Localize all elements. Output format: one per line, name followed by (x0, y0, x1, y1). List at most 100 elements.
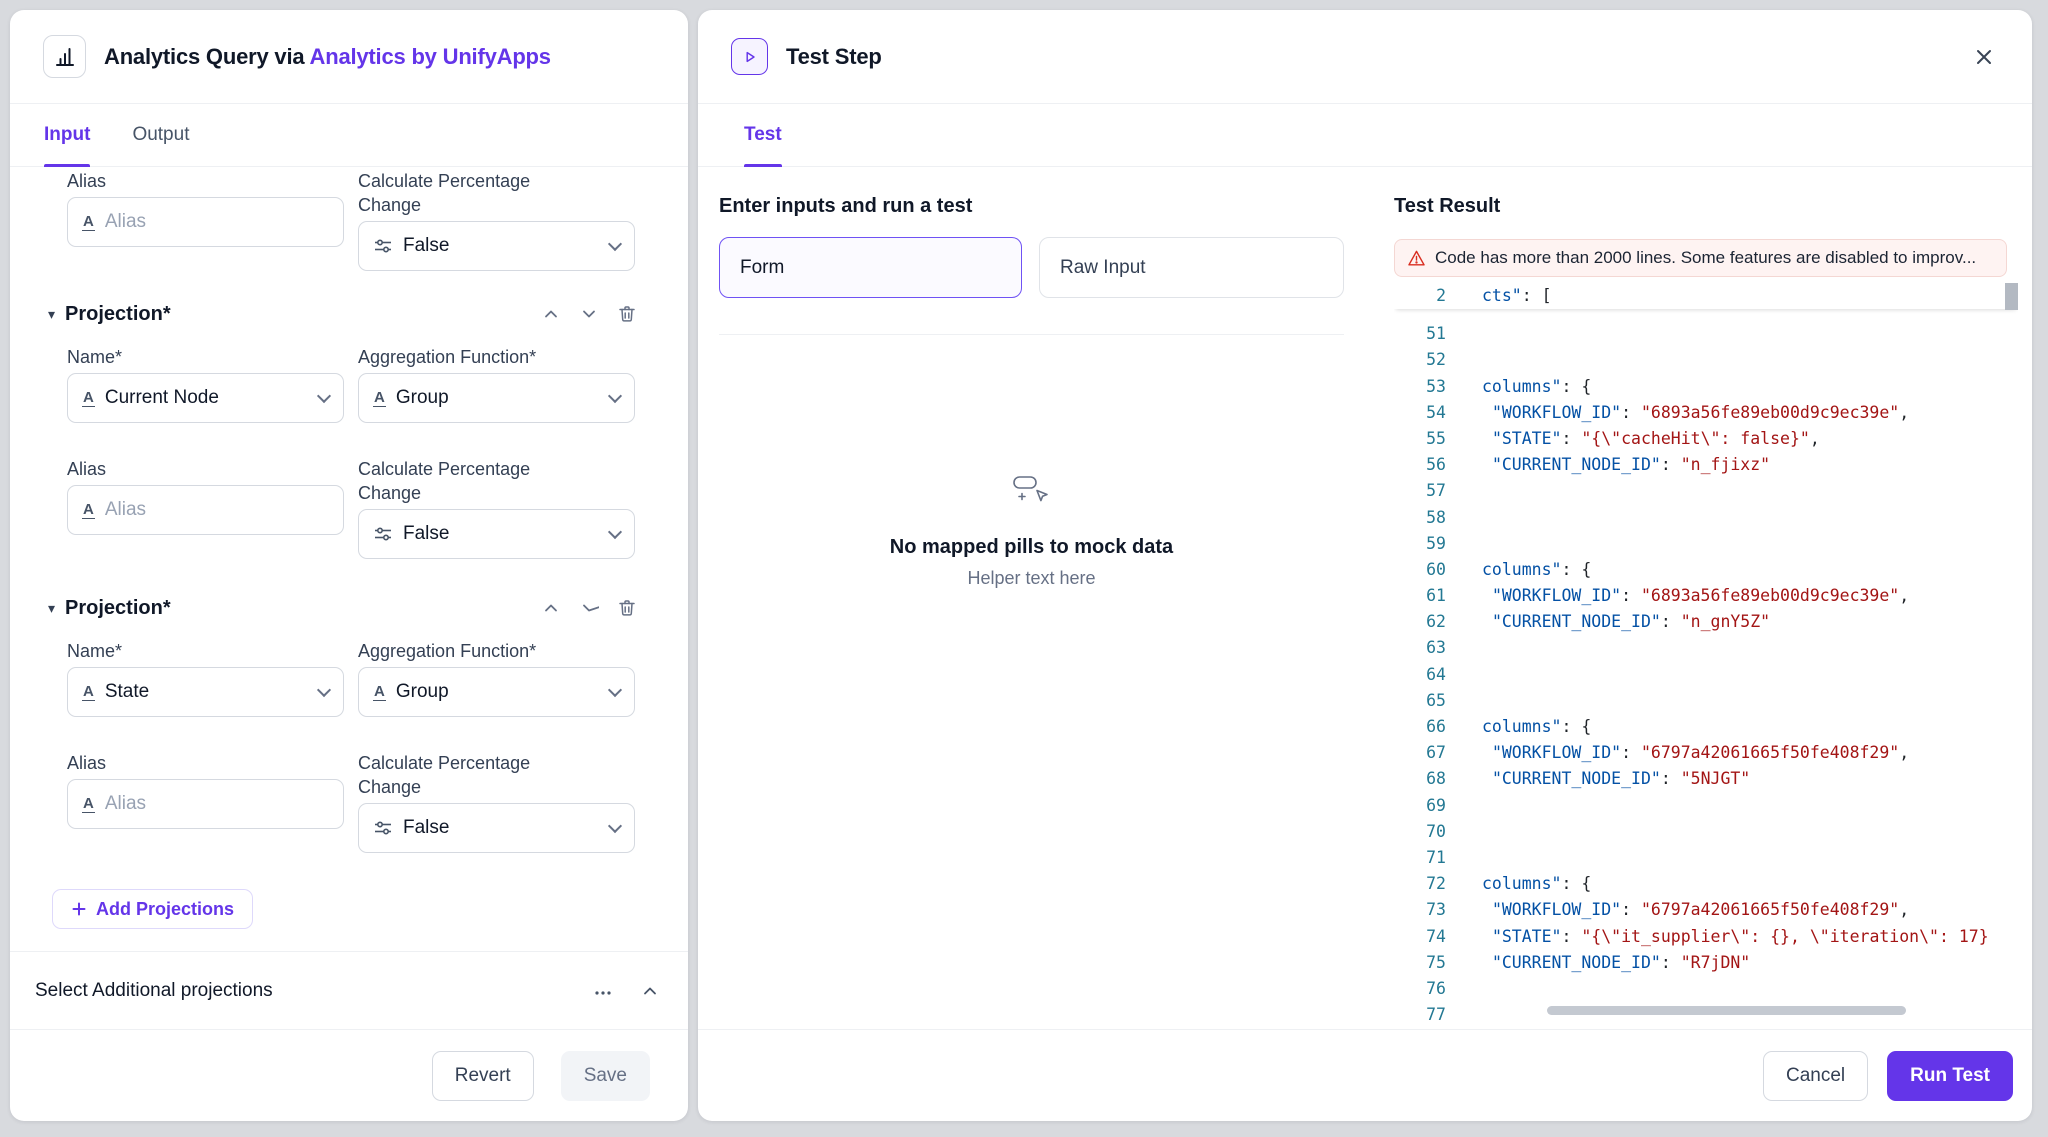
raw-input-toggle-button[interactable]: Raw Input (1039, 237, 1344, 298)
warning-icon (1408, 250, 1425, 266)
calc-pct-select[interactable]: False (358, 221, 635, 271)
line-number: 56 (1426, 455, 1446, 475)
tab-test[interactable]: Test (744, 104, 782, 167)
chevron-down-icon (607, 818, 623, 833)
agg-fn-select[interactable]: A Group (358, 667, 635, 717)
alias-input[interactable] (104, 793, 329, 815)
alias-input[interactable] (104, 211, 329, 233)
trash-icon (619, 306, 635, 322)
line-number: 60 (1426, 559, 1446, 579)
chevron-up-icon (644, 987, 656, 994)
collapse-triangle-icon[interactable]: ▾ (48, 600, 55, 617)
alias-label: Alias (67, 171, 107, 191)
code-line: 66 columns": { (1394, 714, 2018, 740)
test-step-footer: Cancel Run Test (698, 1029, 2032, 1121)
empty-state: No mapped pills to mock data Helper text… (719, 475, 1344, 589)
horizontal-scrollbar-thumb[interactable] (1547, 1006, 1906, 1015)
code-line: 75 "CURRENT_NODE_ID": "R7jDN" (1394, 950, 2018, 976)
code-line: 67 "WORKFLOW_ID": "6797a42061665f50fe408… (1394, 740, 2018, 766)
calc-pct-label: Calculate Percentage Change (358, 459, 531, 503)
collapse-triangle-icon[interactable]: ▾ (48, 306, 55, 323)
line-number: 61 (1426, 586, 1446, 606)
more-dots-icon (595, 990, 611, 995)
code-line: 60 columns": { (1394, 557, 2018, 583)
collapse-section-button[interactable] (640, 981, 660, 1001)
name-value: State (104, 681, 150, 702)
tab-input[interactable]: Input (44, 104, 91, 167)
move-down-button[interactable] (579, 598, 599, 618)
line-number: 71 (1426, 847, 1446, 867)
line-number: 58 (1426, 507, 1446, 527)
left-panel-footer: Revert Save (10, 1029, 688, 1121)
close-button[interactable] (1969, 42, 1999, 72)
calc-pct-select[interactable]: False (358, 803, 635, 853)
chevron-down-icon (607, 682, 623, 697)
alias-input-wrap: A (67, 197, 344, 247)
code-line: 73 "WORKFLOW_ID": "6797a42061665f50fe408… (1394, 897, 2018, 923)
vertical-scrollbar-thumb[interactable] (2005, 283, 2018, 310)
name-value: Current Node (104, 387, 219, 408)
move-down-button[interactable] (579, 304, 599, 324)
text-type-icon: A (82, 500, 95, 519)
code-line: 76 (1394, 976, 2018, 1002)
analytics-icon (43, 35, 86, 78)
close-icon (1977, 49, 1991, 64)
input-form-scroll[interactable]: Alias A Calculate Percentage Change Fals… (10, 167, 688, 951)
code-line: 68 "CURRENT_NODE_ID": "5NJGT" (1394, 766, 2018, 792)
code-line: 72 columns": { (1394, 871, 2018, 897)
cancel-button[interactable]: Cancel (1762, 1050, 1869, 1101)
trash-icon (619, 600, 635, 616)
delete-projection-button[interactable] (617, 304, 637, 324)
empty-state-helper: Helper text here (967, 568, 1096, 588)
projection-row-alias: Alias A Calculate Percentage Change Fals… (67, 457, 688, 559)
agg-fn-value: Group (395, 681, 449, 702)
agg-fn-value: Group (395, 387, 449, 408)
code-line: 57 (1394, 478, 2018, 504)
code-line: 54 "WORKFLOW_ID": "6893a56fe89eb00d9c9ec… (1394, 400, 2018, 426)
name-select[interactable]: A State (67, 667, 344, 717)
select-additional-projections-row[interactable]: Select Additional projections (10, 951, 688, 1029)
code-line: 59 (1394, 531, 2018, 557)
select-additional-projections-label: Select Additional projections (35, 979, 273, 1001)
code-line: 64 (1394, 662, 2018, 688)
run-test-button[interactable]: Run Test (1887, 1050, 2013, 1101)
save-button[interactable]: Save (560, 1050, 650, 1101)
line-number: 66 (1426, 717, 1446, 736)
text-type-icon: A (82, 388, 95, 407)
test-inputs-heading: Enter inputs and run a test (719, 195, 973, 217)
text-type-icon: A (373, 682, 386, 701)
text-type-icon: A (373, 388, 386, 407)
move-up-button[interactable] (541, 598, 561, 618)
code-line: 58 (1394, 505, 2018, 531)
code-line: 53 columns": { (1394, 374, 2018, 400)
move-up-button[interactable] (541, 304, 561, 324)
form-toggle-button[interactable]: Form (719, 237, 1022, 298)
projection-title: Projection* (65, 596, 171, 619)
code-editor[interactable]: 2 cts": [ 51 52 53 columns": {54 "WORKFLOW_I… (1394, 283, 2018, 1021)
line-number: 53 (1426, 376, 1446, 396)
projection-title: Projection* (65, 302, 171, 325)
chevron-down-icon (607, 524, 623, 539)
add-projections-button[interactable]: Add Projections (52, 889, 254, 929)
sliders-icon (375, 239, 391, 253)
alias-input[interactable] (104, 499, 329, 521)
more-options-button[interactable] (592, 980, 614, 1002)
name-select[interactable]: A Current Node (67, 373, 344, 423)
tab-output[interactable]: Output (132, 104, 189, 166)
line-number: 70 (1426, 821, 1446, 841)
test-inputs-column: Enter inputs and run a test Form Raw Inp… (719, 167, 1344, 1029)
test-step-header: Test Step (698, 10, 2032, 104)
alias-input-wrap: A (67, 485, 344, 535)
code-line: 2 cts": [ (1394, 283, 2018, 309)
line-number: 77 (1426, 1005, 1446, 1021)
calc-pct-select[interactable]: False (358, 509, 635, 559)
line-number: 75 (1426, 952, 1446, 972)
line-number: 65 (1426, 690, 1446, 710)
chevron-down-icon (316, 388, 332, 403)
agg-fn-select[interactable]: A Group (358, 373, 635, 423)
alias-input-wrap: A (67, 779, 344, 829)
input-mode-toggle: Form Raw Input (719, 237, 1344, 298)
delete-projection-button[interactable] (617, 598, 637, 618)
revert-button[interactable]: Revert (431, 1050, 534, 1101)
line-number: 55 (1426, 428, 1446, 448)
